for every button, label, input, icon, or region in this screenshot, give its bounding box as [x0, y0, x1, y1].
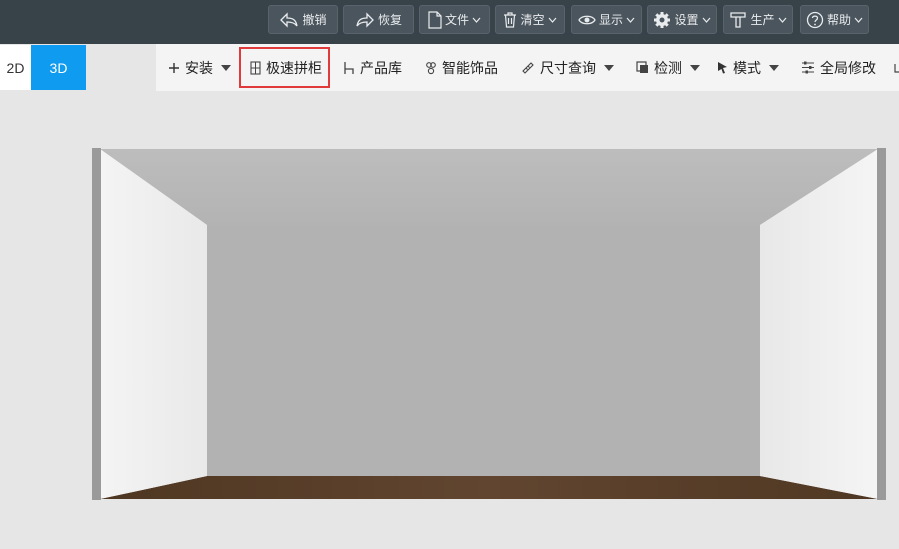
- undo-button[interactable]: 撤销: [268, 5, 338, 34]
- 3d-viewport[interactable]: [0, 91, 899, 546]
- chevron-down-icon: [854, 17, 863, 23]
- chevron-down-icon: [778, 17, 786, 23]
- back-wall: [207, 225, 760, 476]
- production-label: 生产: [750, 13, 775, 27]
- mode-menu[interactable]: 模式: [717, 44, 779, 91]
- toolbar-overflow-icon[interactable]: [894, 44, 899, 91]
- production-menu-button[interactable]: 生产: [723, 5, 793, 34]
- product-library-button[interactable]: 产品库: [343, 44, 402, 91]
- help-label: 帮助: [826, 13, 851, 27]
- clear-label: 清空: [520, 13, 545, 27]
- install-menu[interactable]: 安装: [168, 44, 231, 91]
- smart-ornament-button[interactable]: 智能饰品: [425, 44, 498, 91]
- chevron-down-icon: [702, 17, 710, 23]
- display-label: 显示: [598, 13, 623, 27]
- wood-floor: [100, 476, 878, 499]
- right-wall-edge: [877, 148, 886, 500]
- ornament-icon: [425, 61, 437, 75]
- size-query-label: 尺寸查询: [540, 60, 596, 77]
- ceiling: [100, 149, 878, 225]
- redo-label: 恢复: [377, 13, 402, 27]
- eye-icon: [578, 14, 596, 26]
- top-menu-bar: 撤销 恢复 文件 清空 显示 设置 生产 帮助: [0, 0, 899, 44]
- mode-3d-button[interactable]: 3D: [31, 45, 86, 90]
- help-menu-button[interactable]: 帮助: [800, 5, 869, 34]
- room-3d-scene: [92, 148, 886, 500]
- quick-cabinet-button[interactable]: 极速拼柜: [250, 44, 322, 91]
- chair-icon: [343, 61, 355, 75]
- file-icon: [428, 10, 442, 29]
- left-wall-edge: [92, 148, 101, 500]
- settings-menu-button[interactable]: 设置: [647, 5, 717, 34]
- display-menu-button[interactable]: 显示: [571, 5, 642, 34]
- caret-down-icon: [604, 64, 614, 71]
- chevron-down-icon: [626, 17, 635, 23]
- ruler-icon: [521, 61, 535, 75]
- design-toolbar: 安装 极速拼柜 产品库 智能饰品 尺寸查询 检测 模式 全局修改: [156, 44, 899, 91]
- product-library-label: 产品库: [360, 60, 402, 77]
- chevron-down-icon: [472, 17, 481, 23]
- sliders-icon: [801, 61, 815, 74]
- smart-ornament-label: 智能饰品: [442, 60, 498, 77]
- undo-label: 撤销: [302, 13, 327, 27]
- cursor-icon: [717, 61, 728, 74]
- file-label: 文件: [444, 13, 469, 27]
- inspect-menu[interactable]: 检测: [636, 44, 700, 91]
- mode-label: 模式: [733, 60, 761, 77]
- caret-down-icon: [769, 64, 779, 71]
- inspect-label: 检测: [654, 60, 682, 77]
- redo-button[interactable]: 恢复: [343, 5, 414, 34]
- trash-icon: [503, 11, 517, 28]
- chevron-down-icon: [548, 17, 556, 23]
- global-modify-button[interactable]: 全局修改: [801, 44, 876, 91]
- settings-label: 设置: [674, 13, 699, 27]
- cabinet-icon: [250, 60, 261, 75]
- size-query-menu[interactable]: 尺寸查询: [521, 44, 614, 91]
- hammer-icon: [729, 11, 747, 29]
- global-modify-label: 全局修改: [820, 60, 876, 77]
- mode-2d-button[interactable]: 2D: [0, 45, 31, 90]
- help-icon: [806, 11, 824, 29]
- caret-down-icon: [690, 64, 700, 71]
- undo-icon: [279, 11, 299, 28]
- caret-down-icon: [221, 64, 231, 71]
- quick-cabinet-label: 极速拼柜: [266, 60, 322, 77]
- redo-icon: [355, 11, 375, 28]
- inspect-icon: [636, 61, 649, 74]
- gear-icon: [653, 11, 671, 29]
- plus-icon: [168, 62, 180, 74]
- install-label: 安装: [185, 60, 213, 77]
- clear-menu-button[interactable]: 清空: [495, 5, 565, 34]
- file-menu-button[interactable]: 文件: [419, 5, 490, 34]
